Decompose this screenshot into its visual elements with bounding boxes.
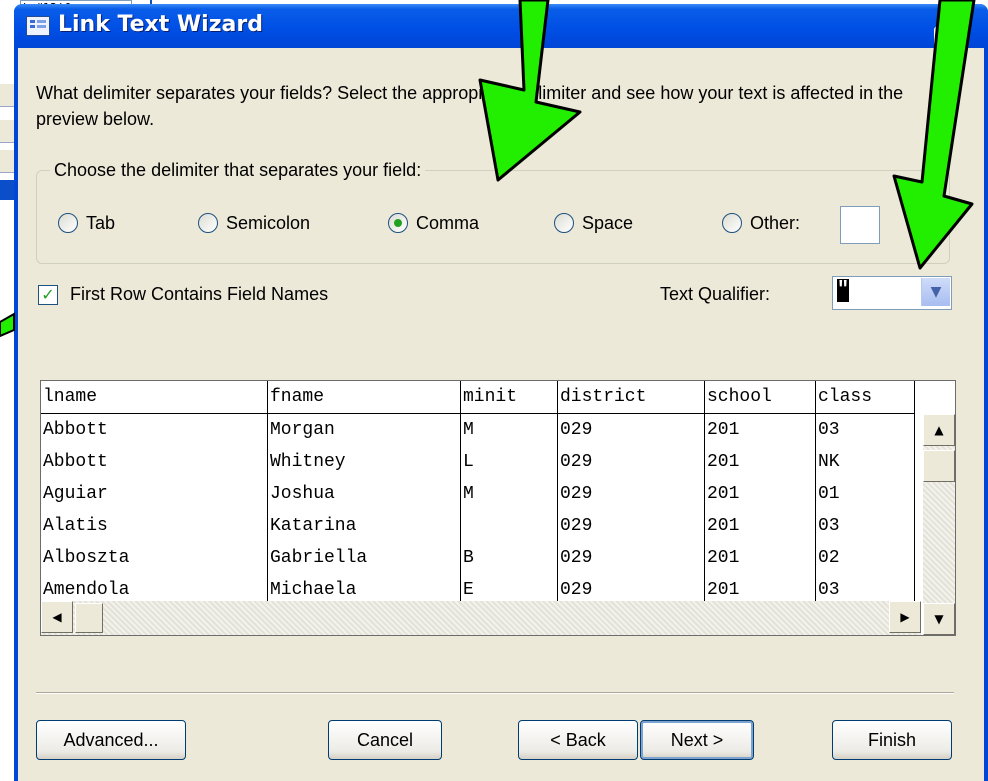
radio-label: Other: xyxy=(750,212,801,233)
radio-circle xyxy=(198,213,218,233)
dialog-body: What delimiter separates your fields? Se… xyxy=(18,48,984,781)
preview-cell: 03 xyxy=(815,413,915,446)
radio-semicolon[interactable]: Semicolon xyxy=(198,210,310,236)
text-qualifier-label: Text Qualifier: xyxy=(660,284,771,304)
radio-circle xyxy=(722,213,742,233)
preview-cell: Abbott xyxy=(41,446,268,478)
preview-cell: 029 xyxy=(557,510,705,542)
preview-row: Abbott Morgan M 029 201 03 xyxy=(41,413,915,446)
next-button[interactable]: Next > xyxy=(640,720,754,760)
column-header[interactable]: fname xyxy=(267,381,461,414)
column-header[interactable]: lname xyxy=(41,381,268,414)
preview-cell: Gabriella xyxy=(267,542,461,574)
preview-cell: 201 xyxy=(704,542,816,574)
preview-cell: B xyxy=(460,542,558,574)
radio-label: Comma xyxy=(416,212,480,233)
delimiter-group xyxy=(36,170,950,264)
preview-cell: 029 xyxy=(557,413,705,446)
header-row: lname fname minit district school class xyxy=(41,381,915,414)
preview-cell: Whitney xyxy=(267,446,461,478)
text-qualifier-value: " xyxy=(837,279,850,302)
preview-cell: M xyxy=(460,413,558,446)
first-row-checkbox[interactable]: ✓ First Row Contains Field Names xyxy=(38,284,328,305)
preview-cell: M xyxy=(460,478,558,510)
other-delimiter-input[interactable] xyxy=(840,206,880,244)
scroll-right-icon[interactable]: ▶ xyxy=(889,601,921,633)
radio-space[interactable]: Space xyxy=(554,210,633,236)
preview-cell: Alboszta xyxy=(41,542,268,574)
radio-tab[interactable]: Tab xyxy=(58,210,115,236)
vertical-scrollbar[interactable]: ▲ ▼ xyxy=(923,414,955,635)
advanced-button[interactable]: Advanced... xyxy=(36,720,186,760)
radio-circle-checked xyxy=(388,213,408,233)
scroll-left-icon[interactable]: ◀ xyxy=(41,601,73,633)
radio-circle xyxy=(58,213,78,233)
preview-cell: 029 xyxy=(557,478,705,510)
radio-label: Semicolon xyxy=(226,212,311,233)
preview-cell: Katarina xyxy=(267,510,461,542)
preview-cell: Morgan xyxy=(267,413,461,446)
column-header[interactable]: class xyxy=(815,381,915,414)
vertical-scroll-thumb[interactable] xyxy=(923,450,955,482)
finish-button[interactable]: Finish xyxy=(832,720,952,760)
horizontal-scrollbar[interactable]: ◀ ▶ xyxy=(41,601,921,635)
preview-cell: 029 xyxy=(557,542,705,574)
preview-table: lname fname minit district school class … xyxy=(41,381,915,635)
preview-cell: 029 xyxy=(557,446,705,478)
radio-other[interactable]: Other: xyxy=(722,210,800,236)
preview-cell: 01 xyxy=(815,478,915,510)
radio-label: Tab xyxy=(86,212,116,233)
back-button[interactable]: < Back xyxy=(518,720,638,760)
preview-row: Alatis Katarina 029 201 03 xyxy=(41,510,915,542)
checkbox-check-icon: ✓ xyxy=(38,284,58,305)
column-header[interactable]: minit xyxy=(460,381,558,414)
preview-cell xyxy=(460,510,558,542)
scroll-down-icon[interactable]: ▼ xyxy=(923,603,955,635)
cancel-button[interactable]: Cancel xyxy=(328,720,442,760)
title-bar[interactable]: Link Text Wizard ✕ xyxy=(14,4,988,60)
preview-cell: Abbott xyxy=(41,413,268,446)
preview-row: Alboszta Gabriella B 029 201 02 xyxy=(41,542,915,574)
arrow-fragment-left xyxy=(0,312,15,338)
preview-cell: 201 xyxy=(704,478,816,510)
preview-cell: 201 xyxy=(704,510,816,542)
column-header[interactable]: district xyxy=(557,381,705,414)
preview-cell: L xyxy=(460,446,558,478)
preview-cell: 02 xyxy=(815,542,915,574)
delimiter-group-label: Choose the delimiter that separates your… xyxy=(50,160,426,181)
preview-cell: 201 xyxy=(704,413,816,446)
preview-cell: NK xyxy=(815,446,915,478)
radio-label: Space xyxy=(582,212,634,233)
radio-circle xyxy=(554,213,574,233)
column-header[interactable]: school xyxy=(704,381,816,414)
instructions-text: What delimiter separates your fields? Se… xyxy=(36,83,904,129)
preview-row: Abbott Whitney L 029 201 NK xyxy=(41,446,915,478)
preview-grid[interactable]: lname fname minit district school class … xyxy=(40,380,956,636)
separator xyxy=(36,692,954,694)
scroll-up-icon[interactable]: ▲ xyxy=(923,414,955,446)
radio-comma[interactable]: Comma xyxy=(388,210,479,236)
wizard-icon xyxy=(26,16,50,36)
link-text-wizard-dialog: Link Text Wizard ✕ What delimiter separa… xyxy=(14,4,988,781)
preview-cell: 03 xyxy=(815,510,915,542)
preview-cell: Aguiar xyxy=(41,478,268,510)
preview-row: Aguiar Joshua M 029 201 01 xyxy=(41,478,915,510)
dialog-title: Link Text Wizard xyxy=(58,12,263,37)
preview-cell: Alatis xyxy=(41,510,268,542)
preview-cell: Joshua xyxy=(267,478,461,510)
horizontal-scroll-thumb[interactable] xyxy=(75,603,103,633)
preview-cell: 201 xyxy=(704,446,816,478)
text-qualifier-select[interactable]: " ▼ xyxy=(832,276,952,310)
chevron-down-icon[interactable]: ▼ xyxy=(921,278,950,306)
first-row-label: First Row Contains Field Names xyxy=(70,284,329,304)
